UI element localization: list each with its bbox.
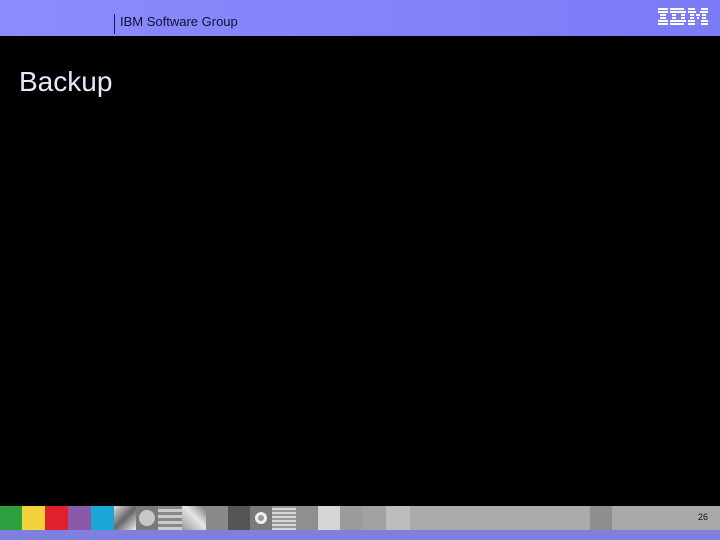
header-bar: IBM Software Group [0, 0, 720, 36]
footer-photo-tile [272, 506, 296, 530]
footer-photo-tile [182, 506, 206, 530]
footer-tile-yellow [22, 506, 45, 530]
footer-photo-tile [228, 506, 250, 530]
ibm-logo [658, 8, 708, 25]
footer-burst-icon [255, 512, 267, 524]
footer-image-strip: 26 [0, 506, 720, 530]
footer-photo-tile [158, 506, 182, 530]
footer-photo-tile [318, 506, 340, 530]
footer-photo-tile [340, 506, 362, 530]
footer-photo-tile [386, 506, 410, 530]
footer: 26 [0, 506, 720, 540]
page-number: 26 [697, 512, 708, 522]
footer-circle-icon [139, 510, 155, 526]
header-group-label: IBM Software Group [120, 14, 238, 29]
footer-photo-tile [296, 506, 318, 530]
footer-tile-green [0, 506, 22, 530]
footer-photo-tile [136, 506, 158, 530]
footer-photo-tile [362, 506, 386, 530]
footer-gray-block [590, 506, 612, 530]
header-divider [114, 14, 115, 34]
slide: IBM Software Group Backup 26 [0, 0, 720, 540]
footer-tile-red [45, 506, 68, 530]
footer-gray-block [410, 506, 590, 530]
footer-band [0, 530, 720, 540]
footer-tile-purple [68, 506, 91, 530]
footer-tile-cyan [91, 506, 114, 530]
slide-title: Backup [19, 66, 113, 97]
footer-photo-tile [206, 506, 228, 530]
footer-photo-tile [114, 506, 136, 530]
footer-photo-tile [250, 506, 272, 530]
